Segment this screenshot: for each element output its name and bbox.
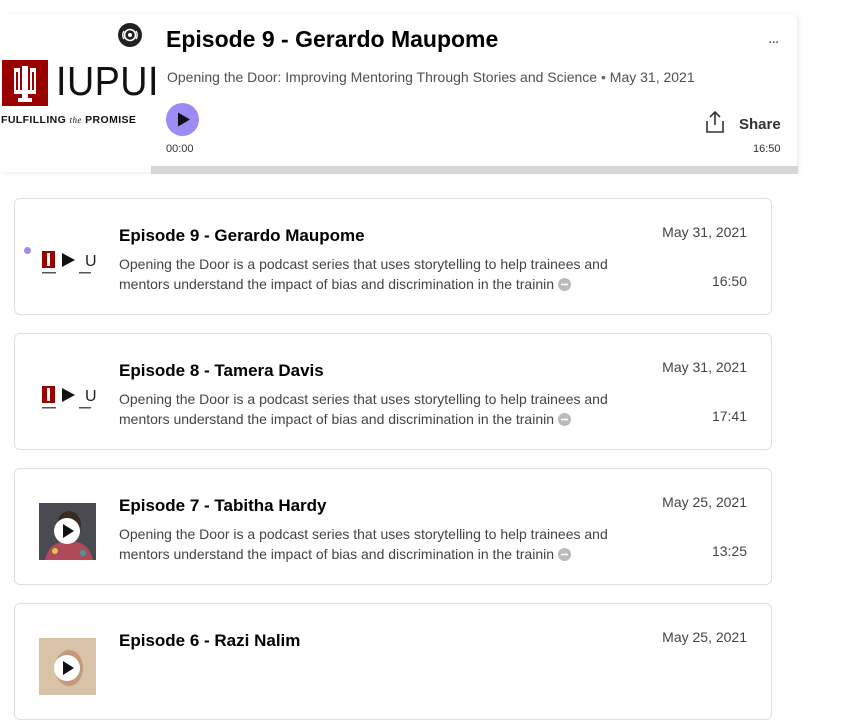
episode-thumbnail [39, 638, 96, 695]
unplayed-indicator [24, 247, 31, 254]
episode-description-text: Opening the Door is a podcast series tha… [119, 256, 608, 292]
separator: • [601, 69, 606, 85]
episode-card-4[interactable]: Episode 6 - Razi Nalim May 25, 2021 [14, 603, 772, 720]
episode-card-description: Opening the Door is a podcast series tha… [119, 524, 639, 564]
share-icon [706, 110, 724, 133]
share-label: Share [739, 116, 781, 133]
ellipsis-icon[interactable] [558, 548, 572, 561]
episode-card-description: Opening the Door is a podcast series tha… [119, 254, 639, 294]
episode-card-2[interactable]: UI Episode 8 - Tamera Davis Opening the … [14, 333, 772, 450]
time-total: 16:50 [753, 143, 781, 155]
play-button[interactable] [166, 103, 199, 136]
episode-card-date: May 25, 2021 [662, 494, 747, 510]
episode-title: Episode 9 - Gerardo Maupome [166, 26, 499, 52]
time-current: 00:00 [166, 143, 194, 155]
episode-card-title[interactable]: Episode 9 - Gerardo Maupome [119, 226, 365, 246]
play-icon [178, 112, 190, 127]
portrait-thumb [39, 503, 96, 560]
svg-text:UI: UI [85, 253, 96, 270]
iupui-thumb-logo: UI [42, 251, 96, 274]
podcast-icon[interactable] [118, 23, 142, 47]
show-name[interactable]: Opening the Door: Improving Mentoring Th… [167, 69, 597, 85]
episode-card-duration: 16:50 [711, 273, 747, 289]
ellipsis-icon[interactable] [558, 413, 572, 426]
episode-card-1[interactable]: UI Episode 9 - Gerardo Maupome Opening t… [14, 198, 772, 315]
show-logo: IUPUI FULFILLING the PROMISE [0, 46, 158, 136]
episode-description-text: Opening the Door is a podcast series tha… [119, 526, 608, 562]
episode-card-date: May 31, 2021 [662, 224, 747, 240]
logo-wordmark: IUPUI [56, 58, 159, 104]
episode-card-description: Opening the Door is a podcast series tha… [119, 389, 639, 429]
portrait-thumb [39, 638, 96, 695]
episode-card-date: May 25, 2021 [662, 629, 747, 645]
trident-logo-mark [2, 60, 48, 106]
episode-card-duration: 13:25 [711, 543, 747, 559]
episode-thumbnail: UI [39, 233, 96, 290]
iupui-thumb-logo: UI [42, 386, 96, 409]
episode-card-title[interactable]: Episode 7 - Tabitha Hardy [119, 496, 327, 516]
logo-tagline: FULFILLING the PROMISE [1, 114, 137, 126]
episode-thumbnail: UI [39, 368, 96, 425]
episode-card-title[interactable]: Episode 8 - Tamera Davis [119, 361, 324, 381]
episode-card-title[interactable]: Episode 6 - Razi Nalim [119, 631, 300, 651]
episode-card-date: May 31, 2021 [662, 359, 747, 375]
episode-thumbnail [39, 503, 96, 560]
svg-text:UI: UI [85, 388, 96, 405]
episode-description-text: Opening the Door is a podcast series tha… [119, 391, 608, 427]
episode-card-3[interactable]: Episode 7 - Tabitha Hardy Opening the Do… [14, 468, 772, 585]
ellipsis-icon[interactable] [558, 278, 572, 291]
more-dots-icon[interactable]: ... [768, 30, 779, 48]
progress-bar[interactable] [151, 166, 798, 174]
publish-date: May 31, 2021 [609, 69, 695, 85]
episode-card-duration: 17:41 [711, 408, 747, 424]
episode-subtitle: Opening the Door: Improving Mentoring Th… [167, 69, 695, 85]
